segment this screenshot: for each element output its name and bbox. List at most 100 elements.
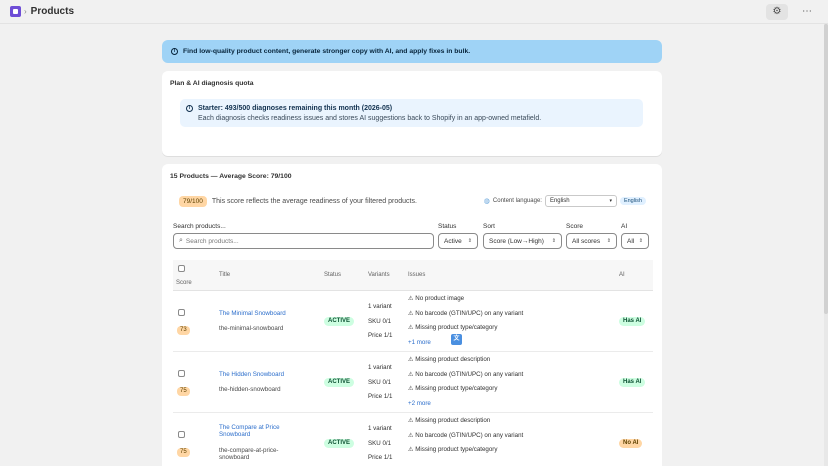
search-placeholder: Search products...: [185, 237, 239, 245]
sort-value: Score (Low→High): [489, 237, 544, 245]
row-score-badge: 75: [177, 387, 190, 396]
status-badge: ACTIVE: [324, 378, 355, 387]
top-bar: › Products ⚙ ⋯: [0, 0, 828, 24]
quota-card: Plan & AI diagnosis quota i Starter: 493…: [162, 71, 662, 156]
variant-count: 1 variant: [368, 364, 392, 371]
issues-list: ⚠ No product image ⚠ No barcode (GTIN/UP…: [408, 295, 523, 353]
sku-count: SKU 0/1: [368, 317, 392, 325]
select-arrows-icon: ⇕: [606, 238, 611, 244]
status-badge: ACTIVE: [324, 317, 355, 326]
issue-item: ⚠ No barcode (GTIN/UPC) on any variant: [408, 370, 524, 378]
variants-info: 1 variant SKU 0/1 Price 1/1: [368, 425, 392, 466]
variants-info: 1 variant SKU 0/1 Price 1/1: [368, 364, 392, 408]
row-score-badge: 75: [177, 448, 190, 457]
issues-list: ⚠ Missing product description ⚠ No barco…: [408, 356, 523, 414]
chevron-right-icon: ›: [24, 7, 27, 16]
quota-description: Each diagnosis checks readiness issues a…: [198, 115, 542, 122]
price-count: Price 1/1: [368, 454, 393, 461]
banner-text: Find low-quality product content, genera…: [183, 48, 471, 55]
issue-item: ⚠ Missing product type/category: [408, 324, 498, 331]
quota-title: Plan & AI diagnosis quota: [170, 80, 254, 87]
sort-select[interactable]: Score (Low→High) ⇕: [483, 233, 562, 249]
filter-bar: Search products... ⌕ Search products... …: [170, 223, 654, 255]
row-checkbox[interactable]: [178, 370, 185, 377]
globe-icon: ◍: [483, 198, 490, 205]
select-arrows-icon: ⇕: [467, 238, 472, 244]
product-title-link[interactable]: The Compare at Price Snowboard: [219, 424, 299, 438]
ai-filter-select[interactable]: All ⇕: [621, 233, 649, 249]
quota-headline: Starter: 493/500 diagnoses remaining thi…: [198, 105, 393, 112]
column-variants[interactable]: Variants: [368, 272, 390, 278]
translate-icon[interactable]: 文: [451, 334, 462, 345]
select-all-checkbox[interactable]: [178, 265, 185, 272]
row-checkbox[interactable]: [178, 309, 185, 316]
info-banner: i Find low-quality product content, gene…: [162, 40, 662, 63]
products-table: Score Title Status Variants Issues AI 73…: [173, 260, 653, 466]
info-icon: i: [171, 48, 178, 55]
table-row[interactable]: 75 The Hidden Snowboard the-hidden-snowb…: [173, 352, 653, 413]
variant-count: 1 variant: [368, 425, 392, 432]
price-count: Price 1/1: [368, 332, 393, 339]
ellipsis-icon[interactable]: ⋯: [796, 4, 818, 20]
status-filter-select[interactable]: Active ⇕: [438, 233, 478, 249]
average-score-badge: 79/100: [179, 195, 207, 207]
variants-info: 1 variant SKU 0/1 Price 1/1: [368, 303, 392, 347]
search-icon: ⌕: [179, 237, 183, 244]
column-score[interactable]: Score: [176, 280, 192, 286]
table-row[interactable]: 75 The Compare at Price Snowboard the-co…: [173, 413, 653, 466]
page-scrollbar[interactable]: [824, 24, 828, 466]
row-score-badge: 73: [177, 326, 190, 335]
more-issues-link[interactable]: +1 more: [408, 339, 523, 354]
search-label: Search products...: [173, 223, 226, 230]
search-input[interactable]: ⌕ Search products...: [173, 233, 434, 249]
app-icon[interactable]: [10, 6, 21, 17]
product-title-link[interactable]: The Minimal Snowboard: [219, 310, 286, 317]
score-description: This score reflects the average readines…: [211, 197, 417, 205]
ai-filter-value: All: [627, 237, 635, 245]
status-filter-value: Active: [444, 237, 462, 245]
column-ai[interactable]: AI: [619, 272, 625, 278]
column-status[interactable]: Status: [324, 272, 341, 278]
gear-icon[interactable]: ⚙: [766, 3, 788, 20]
ai-filter-label: AI: [621, 223, 628, 230]
select-arrows-icon: ⇕: [638, 238, 643, 244]
language-badge: English: [619, 197, 646, 205]
language-select[interactable]: English ▾: [544, 195, 617, 207]
issues-list: ⚠ Missing product description ⚠ No barco…: [408, 417, 523, 461]
ai-badge: Has AI: [619, 378, 646, 387]
score-filter-label: Score: [566, 223, 583, 230]
products-card: 15 Products — Average Score: 79/100 79/1…: [162, 164, 662, 466]
product-handle: the-hidden-snowboard: [219, 386, 281, 393]
more-issues-link[interactable]: +2 more: [408, 400, 523, 415]
column-issues[interactable]: Issues: [408, 272, 425, 278]
sku-count: SKU 0/1: [368, 439, 392, 447]
main-content: i Find low-quality product content, gene…: [162, 40, 662, 466]
product-handle: the-compare-at-price-snowboard: [219, 447, 279, 461]
status-badge: ACTIVE: [324, 439, 355, 448]
price-count: Price 1/1: [368, 393, 393, 400]
scrollbar-thumb[interactable]: [824, 24, 828, 314]
issue-item: ⚠ Missing product type/category: [408, 385, 498, 392]
variant-count: 1 variant: [368, 303, 392, 310]
column-title[interactable]: Title: [219, 272, 230, 278]
score-filter-value: All scores: [572, 237, 601, 245]
table-row[interactable]: 73 The Minimal Snowboard the-minimal-sno…: [173, 291, 653, 352]
row-checkbox[interactable]: [178, 431, 185, 438]
ai-badge: Has AI: [619, 317, 646, 326]
issue-item: ⚠ No barcode (GTIN/UPC) on any variant: [408, 309, 524, 317]
status-filter-label: Status: [438, 223, 457, 230]
chevron-down-icon: ▾: [609, 198, 612, 204]
language-select-value: English: [549, 198, 570, 204]
content-language-label: Content language:: [492, 198, 542, 204]
product-title-link[interactable]: The Hidden Snowboard: [219, 371, 284, 378]
quota-callout: i Starter: 493/500 diagnoses remaining t…: [180, 99, 643, 127]
issue-item: ⚠ No product image: [408, 295, 465, 302]
issue-item: ⚠ Missing product description: [408, 417, 491, 424]
issue-item: ⚠ Missing product description: [408, 356, 491, 363]
product-handle: the-minimal-snowboard: [219, 325, 284, 332]
issue-item: ⚠ No barcode (GTIN/UPC) on any variant: [408, 431, 524, 439]
score-filter-select[interactable]: All scores ⇕: [566, 233, 617, 249]
info-icon: i: [186, 105, 193, 112]
issue-item: ⚠ Missing product type/category: [408, 446, 498, 453]
products-title: 15 Products — Average Score: 79/100: [170, 173, 292, 180]
